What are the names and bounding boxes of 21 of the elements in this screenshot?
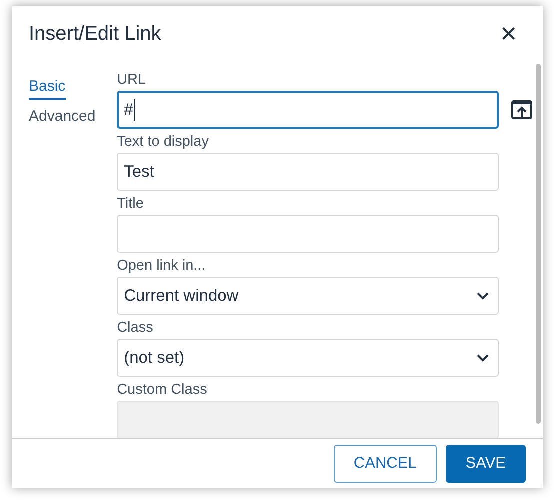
field-label: Class <box>117 320 154 337</box>
chevron-down-icon <box>477 292 490 300</box>
dialog-title: Insert/Edit Link <box>29 22 162 46</box>
scrollbar[interactable] <box>536 64 541 424</box>
chevron-down-icon <box>477 354 490 362</box>
field-label: Title <box>117 196 145 213</box>
tab[interactable]: Basic <box>29 78 66 100</box>
close-button[interactable]: × <box>500 22 517 46</box>
field-label: Open link in... <box>117 258 207 275</box>
field-label: URL <box>117 72 148 89</box>
input-field[interactable]: Test <box>117 153 500 191</box>
select-field[interactable]: Current window <box>117 277 500 315</box>
cancel-button[interactable]: CANCEL <box>334 444 437 482</box>
input-field[interactable]: # <box>117 91 500 129</box>
input-field[interactable] <box>117 215 500 253</box>
field-label: Text to display <box>117 134 210 151</box>
browse-button[interactable] <box>511 99 534 121</box>
field-label: Custom Class <box>117 382 208 399</box>
select-field[interactable]: (not set) <box>117 339 500 377</box>
save-button[interactable]: SAVE <box>446 444 526 482</box>
tab[interactable]: Advanced <box>29 108 96 130</box>
